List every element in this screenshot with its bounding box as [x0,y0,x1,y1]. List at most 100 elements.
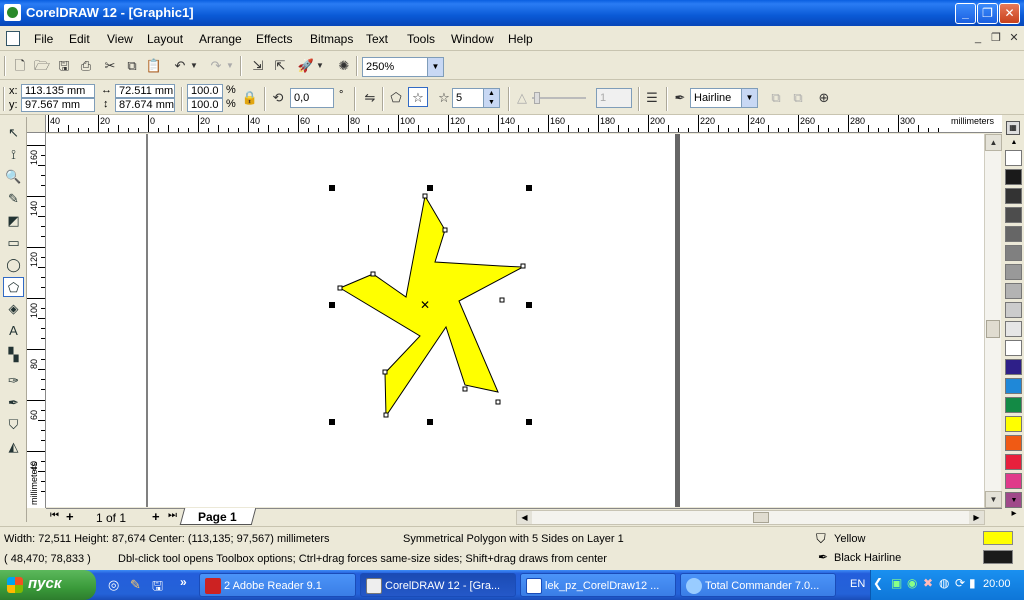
scroll-down-icon[interactable]: ▼ [985,491,1002,508]
copy-icon[interactable]: ⧉ [122,56,142,76]
lock-ratio-icon[interactable]: 🔒 [240,88,260,108]
task-adobe-reader[interactable]: 2 Adobe Reader 9.1 [199,573,356,597]
vertical-scrollbar[interactable]: ▲ ▼ [984,134,1002,508]
horizontal-scroll-thumb[interactable] [753,512,769,523]
palette-swatch[interactable] [1005,169,1022,185]
menu-window[interactable]: Window [451,32,494,46]
text-tool-icon[interactable]: A [3,321,24,341]
menu-layout[interactable]: Layout [147,32,183,46]
language-indicator[interactable]: EN [850,578,865,590]
to-back-icon[interactable]: ⧉ [788,88,808,108]
x-position-input[interactable]: 113.135 mm [21,84,95,98]
task-word-document[interactable]: lek_pz_CorelDraw12 ... [520,573,676,597]
polygon-tool-icon[interactable]: ⬠ [3,277,24,297]
tray-app-icon[interactable]: ◉ [907,576,917,590]
palette-scroll-down-icon[interactable]: ▼ [1007,497,1021,507]
quicklaunch-opera-icon[interactable]: ◎ [108,577,119,593]
zoom-dropdown-icon[interactable]: ▼ [427,58,443,76]
start-button[interactable]: пуск [0,570,96,600]
polygon-mode-icon[interactable]: ⬠ [386,88,406,108]
undo-dropdown-icon[interactable]: ▼ [188,56,200,76]
page-tab-label[interactable]: Page 1 [198,510,237,524]
palette-swatch[interactable] [1005,207,1022,223]
fill-tool-icon[interactable]: ⛉ [3,415,24,435]
fill-color-swatch[interactable] [983,531,1013,545]
zoom-tool-icon[interactable]: 🔍 [3,167,24,187]
add-page-after-icon[interactable]: + [152,509,160,524]
tray-usb-icon[interactable]: ▮ [969,576,976,590]
redo-dropdown-icon[interactable]: ▼ [224,56,236,76]
palette-swatch[interactable] [1005,473,1022,489]
y-position-input[interactable]: 97.567 mm [21,98,95,112]
maximize-button[interactable]: ❐ [977,3,998,24]
close-button[interactable]: ✕ [999,3,1020,24]
palette-swatch[interactable] [1005,454,1022,470]
menu-arrange[interactable]: Arrange [199,32,242,46]
scroll-left-icon[interactable]: ◀ [517,511,532,524]
corel-online-icon[interactable]: ✺ [334,56,354,76]
minimize-button[interactable]: _ [955,3,976,24]
palette-menu-icon[interactable]: ▦ [1006,121,1020,135]
wrap-paragraph-text-icon[interactable]: ☰ [642,88,662,108]
outline-color-swatch[interactable] [983,550,1013,564]
palette-swatch[interactable] [1005,264,1022,280]
sides-input[interactable]: 5 ▲ ▼ [452,88,500,108]
palette-swatch[interactable] [1005,435,1022,451]
tray-speaker-icon[interactable]: ◍ [939,576,949,590]
redo-icon[interactable]: ↷ [206,56,226,76]
menu-view[interactable]: View [107,32,133,46]
outline-tool-icon[interactable]: ✒ [3,393,24,413]
tray-sync-icon[interactable]: ⟳ [955,576,965,590]
palette-expand-icon[interactable]: ▸ [1007,508,1021,520]
undo-icon[interactable]: ↶ [170,56,190,76]
scale-x-input[interactable]: 100.0 [187,84,223,98]
sharpness-slider[interactable] [532,97,586,99]
rectangle-tool-icon[interactable]: ▭ [3,233,24,253]
palette-swatch[interactable] [1005,416,1022,432]
menu-bitmaps[interactable]: Bitmaps [310,32,353,46]
scroll-up-icon[interactable]: ▲ [985,134,1002,151]
tray-network-icon[interactable]: ▣ [891,576,902,590]
task-coreldraw[interactable]: CorelDRAW 12 - [Gra... [360,573,516,597]
convert-to-curves-icon[interactable]: ⊕ [814,88,834,108]
pick-tool-icon[interactable]: ↖ [3,123,24,143]
menu-edit[interactable]: Edit [69,32,90,46]
scroll-right-icon[interactable]: ▶ [969,511,984,524]
sharpness-slider-thumb[interactable] [534,92,540,104]
palette-swatch[interactable] [1005,321,1022,337]
horizontal-scrollbar[interactable]: ◀ ▶ [516,510,985,525]
doc-restore-button[interactable]: ❐ [988,31,1004,46]
menu-file[interactable]: File [34,32,53,46]
eyedropper-tool-icon[interactable]: ✑ [3,371,24,391]
palette-scroll-up-icon[interactable]: ▲ [1007,139,1021,149]
vertical-scroll-thumb[interactable] [986,320,1000,338]
palette-swatch[interactable] [1005,188,1022,204]
palette-swatch[interactable] [1005,226,1022,242]
doc-close-button[interactable]: ✕ [1006,31,1022,46]
shape-tool-icon[interactable]: ⟟ [3,145,24,165]
quicklaunch-more-icon[interactable]: » [180,575,187,589]
palette-swatch[interactable] [1005,359,1022,375]
height-input[interactable]: 87.674 mm [115,98,175,112]
palette-swatch[interactable] [1005,397,1022,413]
palette-swatch[interactable] [1005,378,1022,394]
first-page-icon[interactable]: ⏮ [50,510,59,521]
tray-antivirus-icon[interactable]: ✖ [923,576,933,590]
palette-swatch[interactable] [1005,283,1022,299]
drawing-canvas[interactable]: ✕ [46,134,984,507]
palette-swatch[interactable] [1005,150,1022,166]
document-icon[interactable] [6,31,20,46]
save-icon[interactable]: 🖫 [54,56,74,76]
export-icon[interactable]: ⇱ [270,56,290,76]
outline-dropdown-icon[interactable]: ▼ [741,89,757,107]
freehand-tool-icon[interactable]: ✎ [3,189,24,209]
smart-fill-tool-icon[interactable]: ◩ [3,211,24,231]
import-icon[interactable]: ⇲ [248,56,268,76]
quicklaunch-edit-icon[interactable]: ✎ [130,577,141,593]
star-mode-icon[interactable]: ☆ [408,87,428,107]
paste-icon[interactable]: 📋 [144,56,164,76]
sides-spinner-icon[interactable]: ▲ ▼ [483,89,499,107]
menu-tools[interactable]: Tools [407,32,435,46]
launcher-dropdown-icon[interactable]: ▼ [314,56,326,76]
quicklaunch-save-icon[interactable]: 🖫 [152,577,163,599]
